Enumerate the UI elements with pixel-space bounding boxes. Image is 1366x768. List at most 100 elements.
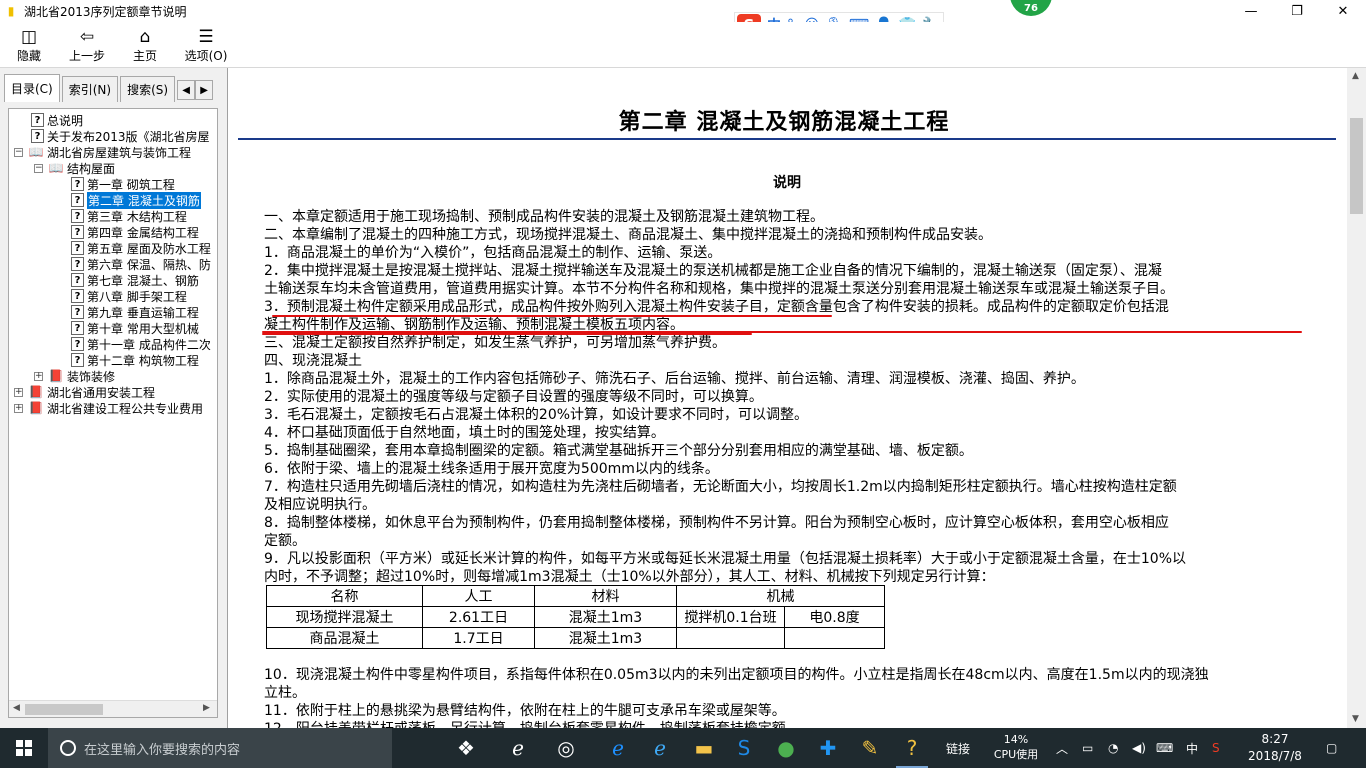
doc-line: 3．预制混凝土构件定额采用成品形式，成品构件按外购列入混凝土构件安装子目，定额含… (264, 299, 1169, 315)
help-page-icon: ? (71, 225, 84, 239)
expand-icon[interactable]: + (34, 371, 43, 381)
keyboard-tray-icon[interactable]: ⌨ (1156, 728, 1173, 768)
tree-item[interactable]: ? 第四章 金属结构工程 (71, 224, 199, 240)
blue-app-icon[interactable]: ✚ (808, 728, 848, 768)
tree-item[interactable]: + 📕 湖北省通用安装工程 (14, 384, 155, 400)
scroll-left-icon[interactable]: ◀ (13, 703, 20, 713)
taskbar-search-box[interactable]: 在这里输入你要搜索的内容 (48, 728, 392, 768)
table-header-cell: 材料 (534, 585, 677, 607)
tree-item[interactable]: + 📕 湖北省建设工程公共专业费用 (14, 400, 203, 416)
tree-item[interactable]: ? 第五章 屋面及防水工程 (71, 240, 211, 256)
tree-item[interactable]: ? 第七章 混凝土、钢筋 (71, 272, 199, 288)
help-page-icon: ? (71, 177, 84, 191)
file-explorer-icon[interactable]: ▬ (684, 728, 724, 768)
minimize-button[interactable]: — (1228, 0, 1274, 22)
table-header-cell: 机械 (676, 585, 885, 607)
tab-scroll-left-icon[interactable]: ◀ (177, 80, 196, 100)
scroll-up-icon[interactable]: ▲ (1352, 71, 1359, 81)
adjustment-table: 名称 人工 材料 机械 现场搅拌混凝土 2.61工日 混凝土1m3 搅拌机0.1… (266, 585, 885, 649)
document-vertical-scrollbar[interactable]: ▲ ▼ (1347, 68, 1366, 728)
tree-item-selected[interactable]: ? 第二章 混凝土及钢筋 (71, 191, 201, 209)
start-button[interactable] (0, 728, 48, 768)
tab-index[interactable]: 索引(N) (61, 76, 119, 102)
sogou-tray-icon[interactable]: S (1212, 728, 1220, 768)
table-row: 现场搅拌混凝土 2.61工日 混凝土1m3 搅拌机0.1台班 电0.8度 (266, 606, 885, 628)
scroll-down-icon[interactable]: ▼ (1352, 714, 1359, 724)
system-clock[interactable]: 8:27 2018/7/8 (1244, 731, 1306, 765)
input-language[interactable]: 中 (1186, 728, 1198, 768)
expand-icon[interactable]: + (14, 387, 23, 397)
section-title: 说明 (773, 175, 801, 191)
maximize-button[interactable]: ❐ (1274, 0, 1320, 22)
hide-label: 隐藏 (16, 48, 41, 63)
scroll-thumb[interactable] (25, 704, 103, 715)
hide-button[interactable]: ◫ 隐藏 (0, 22, 58, 68)
table-header-cell: 名称 (266, 585, 423, 607)
doc-line: 立柱。 (264, 685, 306, 701)
tree-item[interactable]: ? 总说明 (31, 112, 83, 128)
tree-item[interactable]: ? 第六章 保温、隔热、防 (71, 256, 211, 272)
windows-taskbar: 在这里输入你要搜索的内容 ❖ ℯ ◎ ℯ ℯ ▬ S ● ✚ ✎ ? 链接 14… (0, 728, 1366, 768)
doc-line: 4．杯口基础顶面低于自然地面，填土时的围笼处理，按实结算。 (264, 425, 665, 441)
edge-pinned-icon[interactable]: ℯ (598, 728, 638, 768)
volume-icon[interactable]: ◀) (1132, 728, 1146, 768)
tab-search[interactable]: 搜索(S) (120, 76, 176, 102)
links-toolbar[interactable]: 链接 (946, 728, 970, 768)
tab-contents[interactable]: 目录(C) (4, 74, 60, 102)
tree-item[interactable]: − 📖 结构屋面 (34, 160, 115, 176)
help-page-icon: ? (71, 241, 84, 255)
tab-scroll-right-icon[interactable]: ▶ (195, 80, 214, 100)
back-button[interactable]: ⇦ 上一步 (58, 22, 116, 68)
wifi-icon[interactable]: ◔ (1108, 728, 1118, 768)
doc-line: 10．现浇混凝土构件中零星构件项目，系指每件体积在0.05m3以内的未列出定额项… (264, 667, 1209, 683)
options-button[interactable]: ☰ 选项(O) (174, 22, 238, 68)
tree-item[interactable]: ? 第十一章 成品构件二次 (71, 336, 211, 352)
collapse-icon[interactable]: − (14, 147, 23, 157)
clock-time: 8:27 (1261, 732, 1289, 746)
back-label: 上一步 (68, 48, 105, 63)
close-button[interactable]: ✕ (1320, 0, 1366, 22)
expand-icon[interactable]: + (14, 403, 23, 413)
tree-item[interactable]: ? 关于发布2013版《湖北省房屋 (31, 128, 210, 144)
tree-item[interactable]: + 📕 装饰装修 (34, 368, 115, 384)
red-underline-annotation (262, 333, 752, 335)
tree-item[interactable]: ? 第一章 砌筑工程 (71, 176, 175, 192)
doc-line: 1．除商品混凝土外，混凝土的工作内容包括筛砂子、筛洗石子、后台运输、搅拌、前台运… (264, 371, 1085, 387)
nav-tabs: 目录(C) 索引(N) 搜索(S) ◀ ▶ (4, 74, 214, 102)
cpu-usage-meter[interactable]: 14% CPU使用 (990, 732, 1042, 762)
green-app-icon[interactable]: ● (766, 728, 806, 768)
doc-line: 11．依附于柱上的悬挑梁为悬臂结构件，依附在柱上的牛腿可支承吊车梁或屋架等。 (264, 703, 786, 719)
table-cell: 现场搅拌混凝土 (266, 606, 423, 628)
notifications-icon[interactable]: ▢ (1326, 728, 1337, 768)
tree-item[interactable]: − 📖 湖北省房屋建筑与装饰工程 (14, 144, 191, 160)
sogou-browser-icon[interactable]: S (724, 728, 764, 768)
scroll-thumb[interactable] (1350, 118, 1363, 214)
app-swirl-icon[interactable]: ◎ (546, 728, 586, 768)
tree-item[interactable]: ? 第九章 垂直运输工程 (71, 304, 199, 320)
tree-item[interactable]: ? 第十二章 构筑物工程 (71, 352, 199, 368)
collapse-icon[interactable]: − (34, 163, 43, 173)
book-closed-icon: 📕 (48, 369, 64, 383)
table-cell: 1.7工日 (422, 627, 535, 649)
show-hidden-icons[interactable]: ︿ (1056, 728, 1068, 768)
help-page-icon: ? (71, 273, 84, 287)
network-icon[interactable]: ▭ (1082, 728, 1093, 768)
document-pane: 第二章 混凝土及钢筋混凝土工程 说明 一、本章定额适用于施工现场捣制、预制成品构… (232, 68, 1346, 728)
doc-line: 7．构造柱只适用先砌墙后浇柱的情况，如构造柱为先浇柱后砌墙者，无论断面大小，均按… (264, 479, 1177, 495)
notes-app-icon[interactable]: ✎ (850, 728, 890, 768)
doc-line: 三、混凝土定额按自然养护制定，如发生蒸气养护，可另增加蒸气养护费。 (264, 335, 726, 351)
tree-item[interactable]: ? 第三章 木结构工程 (71, 208, 187, 224)
scroll-right-icon[interactable]: ▶ (203, 703, 210, 713)
doc-line: 二、本章编制了混凝土的四种施工方式，现场搅拌混凝土、商品混凝土、集中搅拌混凝土的… (264, 227, 992, 243)
table-cell: 搅拌机0.1台班 (676, 606, 785, 628)
tree-item[interactable]: ? 第八章 脚手架工程 (71, 288, 187, 304)
edge-browser-icon[interactable]: ℯ (498, 728, 538, 768)
task-view-icon[interactable]: ❖ (446, 728, 486, 768)
tree-item[interactable]: ? 第十章 常用大型机械 (71, 320, 199, 336)
help-app-taskbar-icon[interactable]: ? (892, 728, 932, 768)
tree-horizontal-scrollbar[interactable]: ◀ ▶ (9, 700, 217, 717)
doc-line: 土输送泵车均未含管道费用，管道费用据实计算。本节不分构件名称和规格，集中搅拌的混… (264, 281, 1174, 297)
internet-explorer-icon[interactable]: ℯ (640, 728, 680, 768)
home-button[interactable]: ⌂ 主页 (116, 22, 174, 68)
help-page-icon: ? (71, 193, 84, 207)
